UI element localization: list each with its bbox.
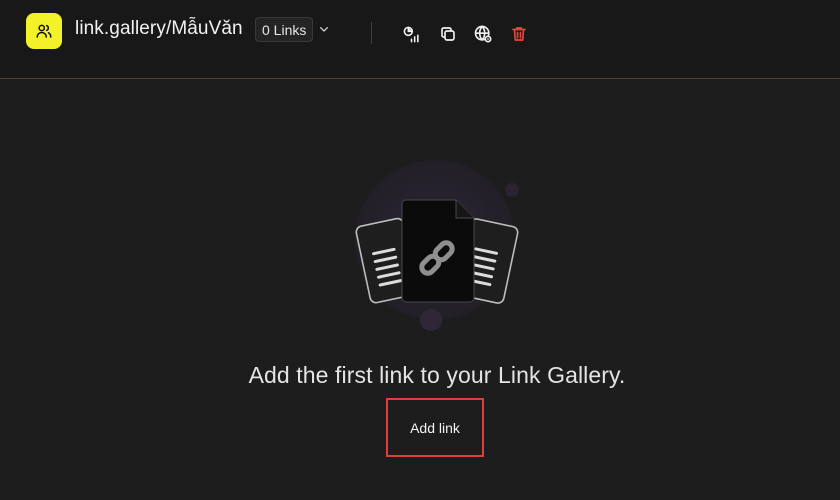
toolbar-divider	[371, 22, 372, 44]
top-bar: link.gallery/MẫuVăn 0 Links	[0, 0, 840, 79]
workspace-logo[interactable]	[26, 13, 62, 49]
chevron-down-icon	[320, 26, 328, 32]
copy-button[interactable]	[438, 24, 458, 44]
delete-button[interactable]	[509, 24, 529, 44]
gallery-dropdown-toggle[interactable]	[316, 21, 332, 37]
domain-settings-button[interactable]	[473, 24, 493, 44]
link-document-icon	[401, 199, 475, 303]
empty-state-message: Add the first link to your Link Gallery.	[248, 362, 626, 388]
users-icon	[36, 24, 52, 38]
analytics-button[interactable]	[401, 24, 421, 44]
decorative-dot-bottom	[420, 309, 442, 331]
globe-settings-icon	[474, 25, 492, 43]
add-link-button[interactable]: Add link	[386, 398, 484, 457]
gallery-title: link.gallery/MẫuVăn	[75, 18, 243, 39]
trash-icon	[512, 27, 526, 41]
link-count-badge: 0 Links	[255, 17, 314, 42]
copy-icon	[441, 27, 455, 41]
decorative-dot-top-right	[505, 183, 519, 197]
empty-state-illustration	[330, 160, 550, 340]
analytics-icon	[403, 26, 419, 42]
